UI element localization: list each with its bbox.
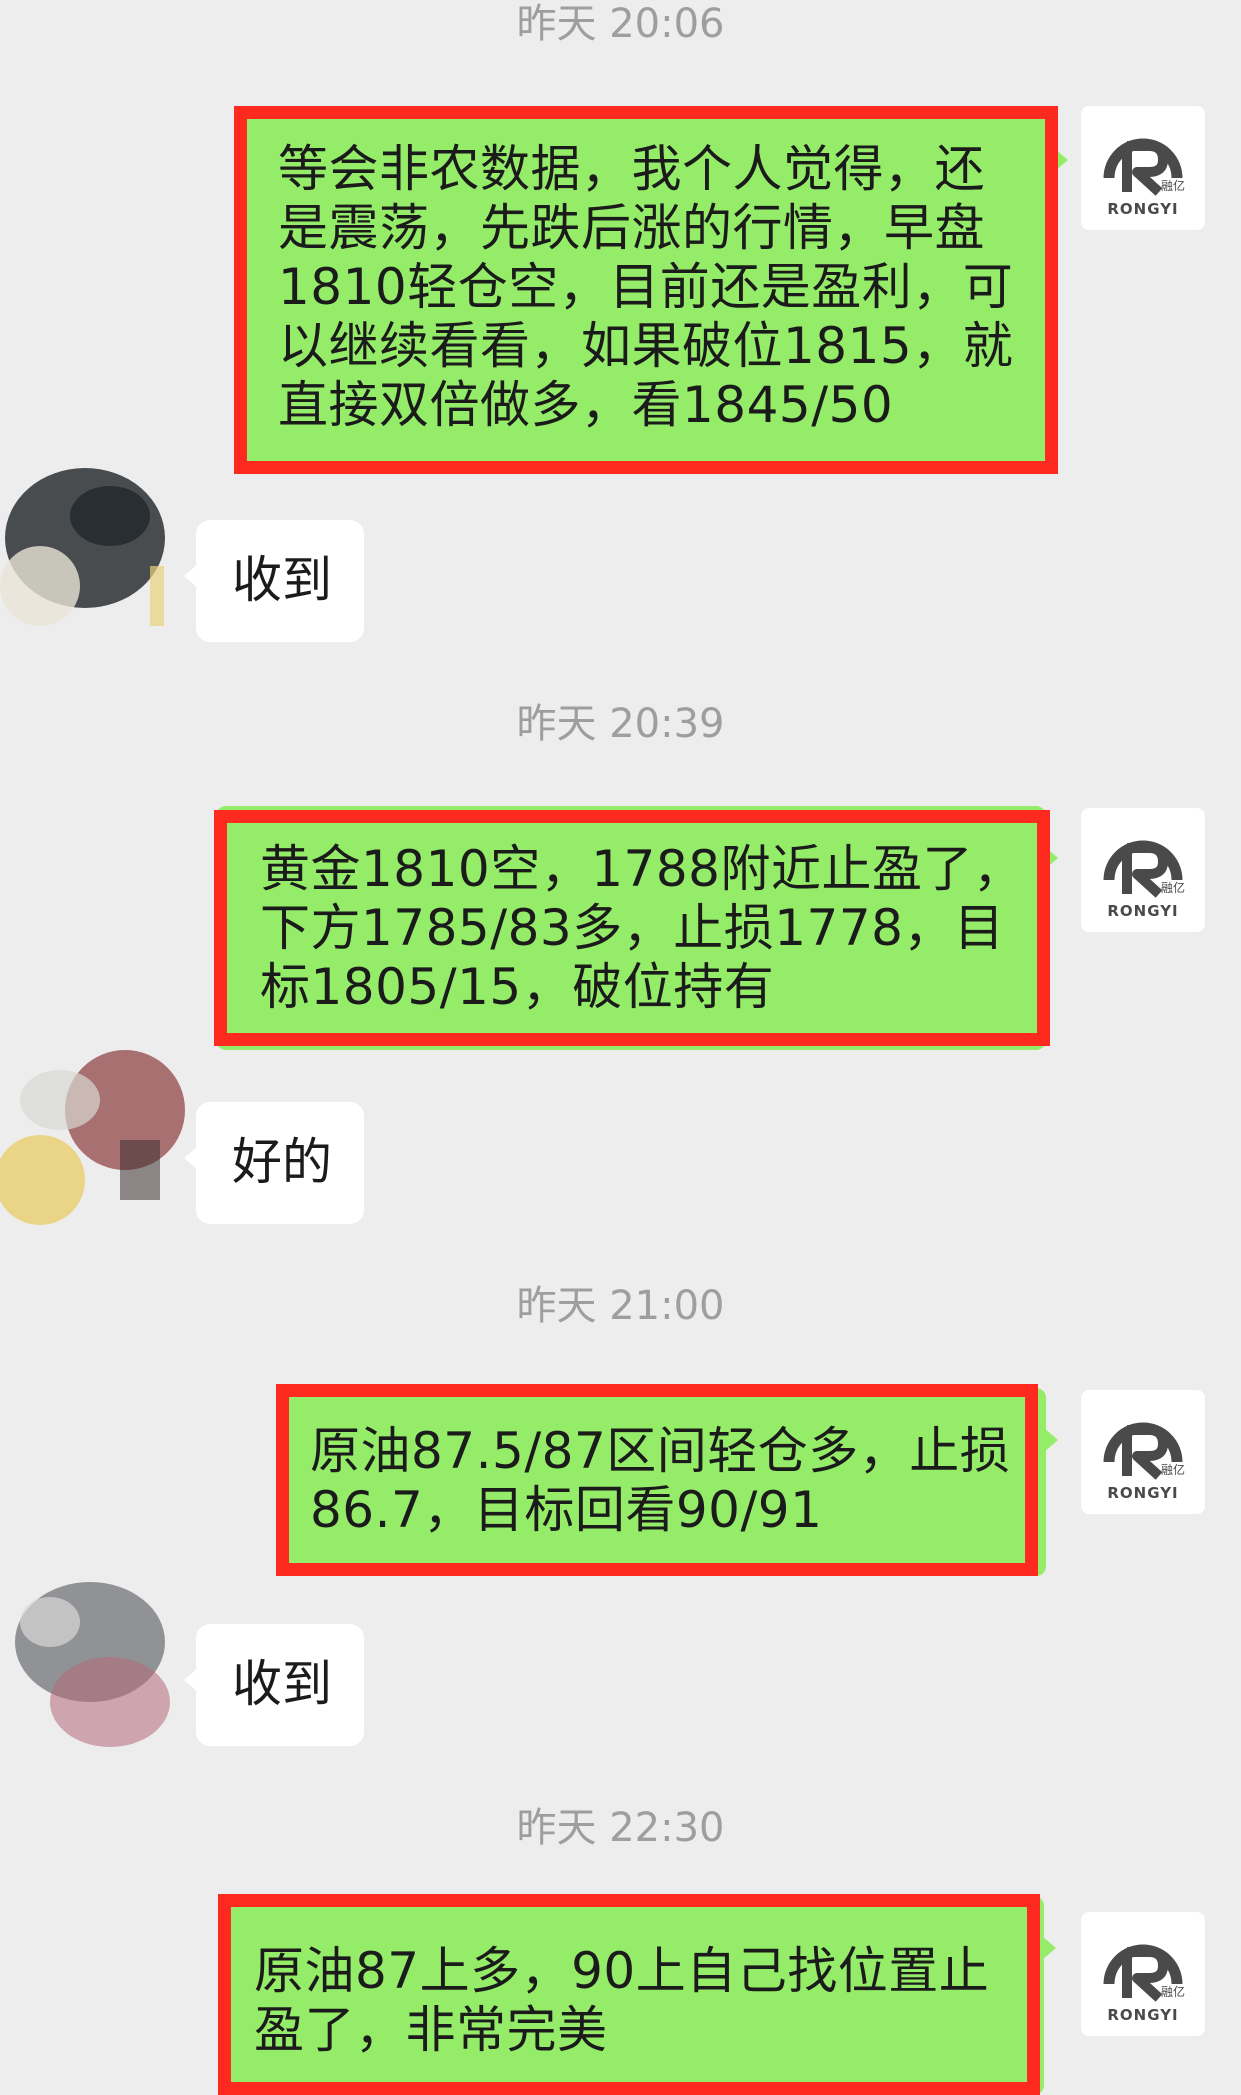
logo-cn-text: 融亿 bbox=[1161, 1462, 1185, 1477]
logo-cn-text: 融亿 bbox=[1161, 1984, 1185, 1999]
timestamp: 昨天 22:30 bbox=[516, 1805, 725, 1851]
rongyi-logo-icon: 融亿 RONGYI bbox=[1103, 138, 1185, 218]
logo-cn-text: 融亿 bbox=[1161, 178, 1185, 193]
outgoing-message-text: 原油87.5/87区间轻仓多，止损 86.7，目标回看90/91 bbox=[310, 1422, 1011, 1539]
blurred-avatar-icon bbox=[0, 468, 165, 626]
incoming-message-text: 好的 bbox=[232, 1133, 332, 1191]
incoming-message-bubble[interactable]: 收到 bbox=[184, 1624, 364, 1746]
rongyi-logo-icon: 融亿 RONGYI bbox=[1103, 1944, 1185, 2024]
logo-cn-text: 融亿 bbox=[1161, 880, 1185, 895]
outgoing-message-text: 原油87上多，90上自己找位置止 盈了，非常完美 bbox=[254, 1942, 990, 2059]
logo-text: RONGYI bbox=[1107, 200, 1178, 218]
blurred-avatar-icon bbox=[0, 1050, 185, 1225]
contact-avatar[interactable] bbox=[0, 446, 200, 646]
outgoing-message-text: 黄金1810空，1788附近止盈了， 下方1785/83多，止损1778，目 标… bbox=[260, 840, 1024, 1016]
timestamp: 昨天 21:00 bbox=[516, 1283, 725, 1329]
incoming-message-text: 收到 bbox=[232, 1655, 332, 1713]
sender-avatar[interactable]: 融亿 RONGYI bbox=[1081, 106, 1205, 230]
logo-text: RONGYI bbox=[1107, 1484, 1178, 1502]
sender-avatar[interactable]: 融亿 RONGYI bbox=[1081, 1390, 1205, 1514]
rongyi-logo-icon: 融亿 RONGYI bbox=[1103, 1422, 1185, 1502]
timestamp: 昨天 20:39 bbox=[516, 701, 725, 747]
timestamp: 昨天 20:06 bbox=[516, 1, 725, 47]
contact-avatar[interactable] bbox=[0, 1030, 200, 1230]
blurred-avatar-icon bbox=[15, 1582, 170, 1747]
chat-screen: { "messages": [ {"time": "昨天 20:06", "ou… bbox=[0, 0, 1241, 2095]
rongyi-logo-icon: 融亿 RONGYI bbox=[1103, 840, 1185, 920]
outgoing-message-text: 等会非农数据，我个人觉得，还 是震荡，先跌后涨的行情，早盘 1810轻仓空，目前… bbox=[278, 140, 1014, 434]
sender-avatar[interactable]: 融亿 RONGYI bbox=[1081, 808, 1205, 932]
logo-text: RONGYI bbox=[1107, 2006, 1178, 2024]
sender-avatar[interactable]: 融亿 RONGYI bbox=[1081, 1912, 1205, 2036]
incoming-message-bubble[interactable]: 收到 bbox=[184, 520, 364, 642]
incoming-message-bubble[interactable]: 好的 bbox=[184, 1102, 364, 1224]
contact-avatar[interactable] bbox=[0, 1562, 200, 1762]
incoming-message-text: 收到 bbox=[232, 551, 332, 609]
logo-text: RONGYI bbox=[1107, 902, 1178, 920]
